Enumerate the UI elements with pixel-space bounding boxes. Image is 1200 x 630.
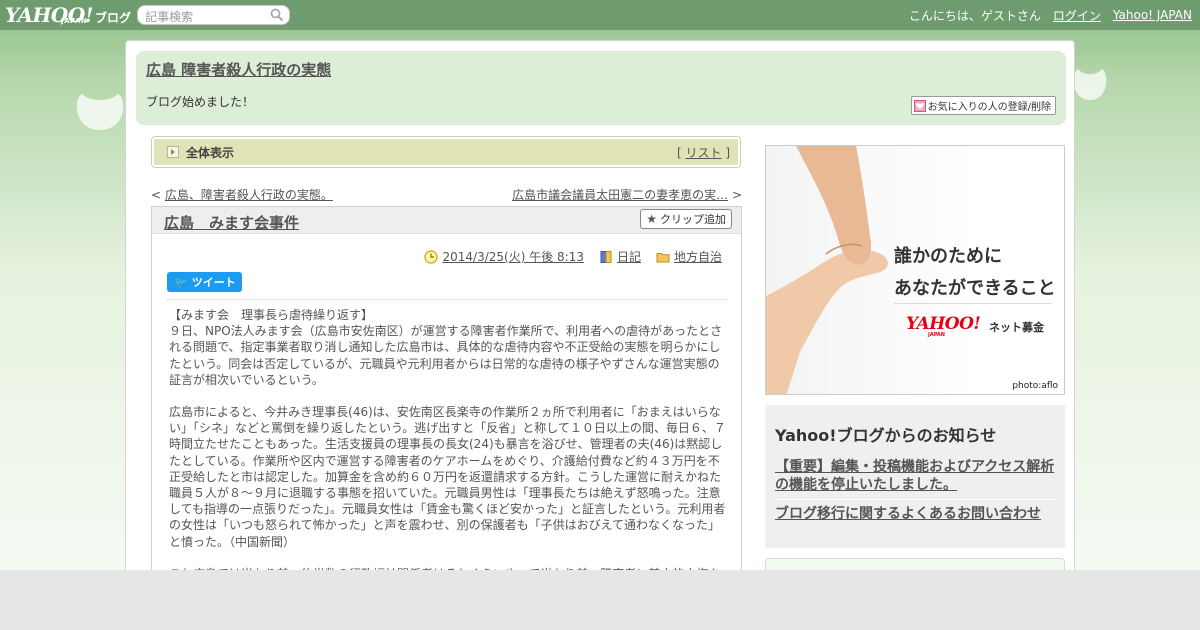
logo-main: YAHOO! xyxy=(5,3,94,27)
article: 広島 みます会事件 ★ クリップ追加 2014/3/25(火) 午後 8:13 … xyxy=(151,206,742,579)
post-date: 2014/3/25(火) 午後 8:13 xyxy=(424,248,584,265)
ginkgo-leaf-right xyxy=(1073,69,1107,124)
ad-yahoo-logo: YAHOO! xyxy=(906,314,981,334)
ad-headline-1: 誰かのために xyxy=(894,246,1002,267)
star-icon: ★ xyxy=(646,212,657,226)
notice-divider xyxy=(775,499,1055,500)
tweet-label: ツイート xyxy=(191,276,236,289)
post-category: 日記 xyxy=(599,248,641,265)
prev-post-link[interactable]: 広島、障害者殺人行政の実態。 xyxy=(165,188,333,202)
heart-icon xyxy=(913,99,926,112)
ad-tagline: ネット募金 xyxy=(989,321,1044,334)
search-input[interactable] xyxy=(138,8,267,26)
blog-title[interactable]: 広島 障害者殺人行政の実態 xyxy=(146,59,331,80)
ad-yahoo-logo-sub: JAPAN xyxy=(928,332,945,338)
post-date-link[interactable]: 2014/3/25(火) 午後 8:13 xyxy=(442,248,583,265)
search-box xyxy=(137,5,291,26)
post-folder: 地方自治 xyxy=(656,248,722,265)
notice-title: Yahoo!ブログからのお知らせ xyxy=(775,426,997,445)
next-chevron-icon: > xyxy=(731,188,742,202)
article-meta: 2014/3/25(火) 午後 8:13 日記 地方自治 xyxy=(409,248,722,265)
tweet-button[interactable]: 🐦 ツイート xyxy=(167,272,242,292)
login-link[interactable]: ログイン xyxy=(1053,7,1101,24)
ad-photo-credit: photo:aflo xyxy=(1012,381,1058,391)
blog-frame: 広島 障害者殺人行政の実態 ブログ始めました！ お気に入りの人の登録/削除 全体… xyxy=(125,40,1075,580)
next-post: 広島市議会議員太田憲二の妻孝恵の実… > xyxy=(512,186,742,203)
blog-header: 広島 障害者殺人行政の実態 ブログ始めました！ お気に入りの人の登録/削除 xyxy=(136,51,1066,125)
donation-ad-banner[interactable]: 誰かのために あなたができること YAHOO! JAPAN ネット募金 phot… xyxy=(765,145,1065,395)
ginkgo-leaf-left xyxy=(76,94,124,158)
twitter-bird-icon: 🐦 xyxy=(174,275,188,289)
clip-add-button[interactable]: ★ クリップ追加 xyxy=(640,209,732,229)
yahoo-japan-link[interactable]: Yahoo! JAPAN xyxy=(1113,8,1192,22)
prev-post: < 広島、障害者殺人行政の実態。 xyxy=(151,186,333,203)
masthead-user-area: こんにちは、ゲストさん ログイン Yahoo! JAPAN xyxy=(897,0,1192,30)
holding-hands-image xyxy=(766,146,888,394)
list-bracket-close: ] xyxy=(725,145,730,160)
list-link[interactable]: リスト xyxy=(685,146,721,160)
view-all-label: 全体表示 xyxy=(186,145,235,160)
folder-icon xyxy=(656,252,670,262)
logo-blog: ブログ xyxy=(95,11,132,25)
divider xyxy=(167,299,727,300)
favorite-button-label: お気に入りの人の登録/削除 xyxy=(927,102,1051,113)
next-post-link[interactable]: 広島市議会議員太田憲二の妻孝恵の実… xyxy=(512,188,728,202)
list-bracket-open: [ xyxy=(676,145,682,160)
article-title[interactable]: 広島 みます会事件 xyxy=(164,212,299,233)
notice-box: Yahoo!ブログからのお知らせ 【重要】編集・投稿機能およびアクセス解析の機能… xyxy=(765,405,1065,548)
folder-link[interactable]: 地方自治 xyxy=(674,248,722,265)
logo-sub: JAPAN xyxy=(61,17,88,25)
article-body: 【みます会 理事長ら虐待繰り返す】 ９日、NPO法人みます会（広島市安佐南区）が… xyxy=(169,307,729,579)
ad-divider xyxy=(894,303,1052,304)
search-icon[interactable] xyxy=(270,8,284,22)
yahoo-blog-logo[interactable]: YAHOO! JAPAN ブログ xyxy=(5,0,131,30)
view-all-bar: 全体表示 [ リスト ] xyxy=(151,136,741,168)
masthead: YAHOO! JAPAN ブログ こんにちは、ゲストさん ログイン Yahoo!… xyxy=(0,0,1200,30)
page-bottom-band xyxy=(0,570,1200,630)
article-paragraph: 広島市によると、今井みき理事長(46)は、安佐南区長楽寺の作業所２ヵ所で利用者に… xyxy=(169,405,726,549)
article-paragraph: 【みます会 理事長ら虐待繰り返す】 ９日、NPO法人みます会（広島市安佐南区）が… xyxy=(169,308,723,387)
blog-description: ブログ始めました！ xyxy=(146,95,255,109)
notice-link-important[interactable]: 【重要】編集・投稿機能およびアクセス解析の機能を停止いたしました。 xyxy=(775,458,1055,494)
notice-link-faq[interactable]: ブログ移行に関するよくあるお問い合わせ xyxy=(775,505,1055,523)
prev-chevron-icon: < xyxy=(151,188,162,202)
category-link[interactable]: 日記 xyxy=(617,248,641,265)
arrow-right-icon xyxy=(167,146,179,158)
ad-headline-2: あなたができること xyxy=(894,278,1056,299)
clock-icon xyxy=(424,249,439,264)
post-pager: < 広島、障害者殺人行政の実態。 広島市議会議員太田憲二の妻孝恵の実… > xyxy=(151,186,742,203)
clip-button-label: クリップ追加 xyxy=(660,213,726,226)
article-header: 広島 みます会事件 ★ クリップ追加 xyxy=(152,207,741,234)
list-link-group: [ リスト ] xyxy=(677,144,730,161)
diary-book-icon xyxy=(600,250,612,263)
view-all-label-group: 全体表示 xyxy=(167,144,234,161)
greeting-text: こんにちは、ゲストさん xyxy=(908,8,1041,23)
favorite-register-button[interactable]: お気に入りの人の登録/削除 xyxy=(910,96,1056,115)
